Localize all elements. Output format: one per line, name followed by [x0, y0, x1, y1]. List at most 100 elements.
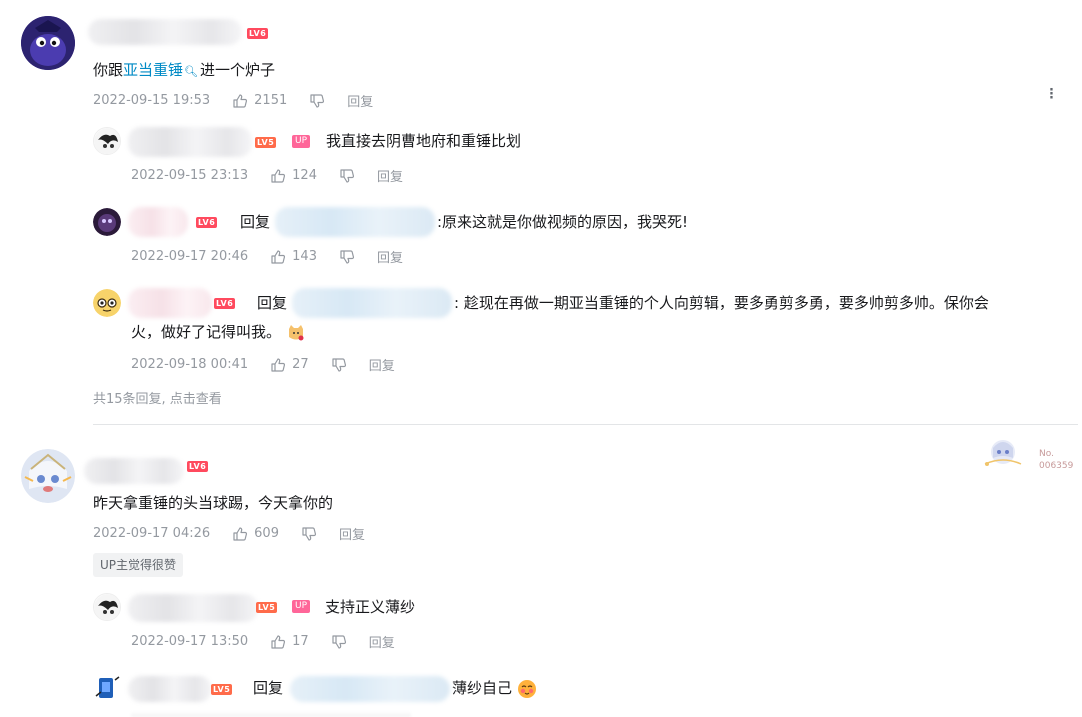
thumb-down-icon [302, 526, 317, 541]
more-vertical-icon[interactable]: · · · [1049, 84, 1054, 105]
cat-emoji-icon [286, 323, 306, 343]
avatar[interactable] [93, 208, 121, 236]
username[interactable] [88, 19, 242, 45]
like-button[interactable]: 2151 [232, 93, 287, 109]
like-count: 17 [292, 634, 309, 649]
reply-target-username[interactable] [292, 288, 452, 318]
reply-text: 我直接去阴曹地府和重锤比划 [326, 132, 522, 150]
reply-text-line2: 火，做好了记得叫我。 [131, 321, 306, 343]
avatar[interactable] [21, 449, 75, 503]
reply-prefix: 回复 [240, 213, 271, 231]
dislike-button[interactable] [339, 249, 355, 265]
like-count: 143 [292, 249, 317, 264]
timestamp: 2022-09-15 23:13 [131, 168, 249, 183]
reply-button[interactable]: 回复 [369, 632, 395, 651]
reply-button[interactable]: 回复 [339, 524, 365, 543]
username[interactable] [128, 127, 252, 157]
thumb-up-icon [233, 526, 248, 541]
thumb-up-icon [271, 249, 286, 264]
thumb-up-icon [271, 357, 286, 372]
cut-off-meta [131, 711, 411, 717]
comment-text-suffix: 进一个炉子 [200, 61, 276, 79]
reply-button[interactable]: 回复 [377, 247, 403, 266]
timestamp: 2022-09-15 19:53 [93, 93, 211, 108]
like-count: 27 [292, 357, 309, 372]
avatar[interactable] [93, 127, 121, 155]
reply-prefix: 回复 [257, 294, 288, 312]
blush-emoji-icon [517, 679, 537, 699]
reply-text-content: 薄纱自己 [452, 679, 513, 697]
reply-text-line2-content: 火，做好了记得叫我。 [131, 323, 282, 341]
like-count: 2151 [254, 93, 288, 108]
username[interactable] [84, 458, 184, 484]
level-badge: LV5 [211, 684, 233, 695]
reply-button[interactable]: 回复 [377, 166, 403, 185]
username[interactable] [128, 207, 188, 237]
timestamp: 2022-09-17 04:26 [93, 526, 211, 541]
reply-prefix: 回复 [253, 679, 284, 697]
comment-meta: 2022-09-15 19:53 2151 回复 [93, 91, 373, 110]
like-count: 609 [254, 526, 279, 541]
up-badge: UP [292, 600, 311, 613]
reply-meta: 2022-09-17 13:50 17 回复 [131, 632, 395, 651]
fan-card[interactable] [979, 434, 1027, 474]
reply-button[interactable]: 回复 [347, 91, 373, 110]
reply-text: 支持正义薄纱 [325, 598, 416, 616]
thumb-down-icon [310, 93, 325, 108]
like-button[interactable]: 124 [270, 168, 317, 184]
reply-target-username[interactable] [275, 207, 435, 237]
level-badge: LV6 [187, 461, 209, 472]
reply-text: 薄纱自己 [452, 677, 537, 699]
like-button[interactable]: 27 [270, 357, 309, 373]
dislike-button[interactable] [331, 634, 347, 650]
reply-button[interactable]: 回复 [369, 355, 395, 374]
avatar[interactable] [21, 16, 75, 70]
username[interactable] [128, 594, 258, 622]
dislike-button[interactable] [339, 168, 355, 184]
level-badge: LV5 [255, 137, 277, 148]
thumb-up-icon [233, 93, 248, 108]
dislike-button[interactable] [331, 357, 347, 373]
reply-target-username[interactable] [290, 676, 450, 702]
avatar[interactable] [93, 593, 121, 621]
view-more-replies[interactable]: 共15条回复, 点击查看 [93, 388, 222, 407]
like-button[interactable]: 143 [270, 249, 317, 265]
comment-text: 昨天拿重锤的头当球踢，今天拿你的 [93, 494, 334, 512]
avatar[interactable] [93, 674, 121, 702]
timestamp: 2022-09-17 13:50 [131, 634, 249, 649]
fan-number-label: No. [1039, 449, 1054, 459]
comment-text-prefix: 你跟 [93, 61, 124, 79]
up-badge: UP [292, 135, 311, 148]
timestamp: 2022-09-18 00:41 [131, 357, 249, 372]
thumb-down-icon [332, 357, 346, 372]
reply-meta: 2022-09-17 20:46 143 回复 [131, 247, 403, 266]
search-icon[interactable]: 🔍︎ [184, 65, 198, 78]
reply-meta: 2022-09-18 00:41 27 回复 [131, 355, 395, 374]
fan-number: 006359 [1039, 461, 1074, 471]
like-button[interactable]: 609 [232, 526, 279, 542]
thumb-up-icon [271, 168, 286, 183]
up-liked-badge: UP主觉得很赞 [93, 553, 184, 577]
reply-text-line1: : 趁现在再做一期亚当重锤的个人向剪辑，要多勇剪多勇，要多帅剪多帅。保你会 [454, 294, 989, 312]
reply-text: :原来这就是你做视频的原因，我哭死! [437, 213, 689, 231]
avatar[interactable] [93, 289, 121, 317]
like-button[interactable]: 17 [270, 634, 309, 650]
thumb-down-icon [332, 634, 346, 649]
username[interactable] [128, 288, 212, 318]
thumb-down-icon [340, 249, 355, 264]
comment-divider [93, 424, 1078, 425]
reply-meta: 2022-09-15 23:13 124 回复 [131, 166, 403, 185]
dislike-button[interactable] [301, 526, 317, 542]
level-badge: LV5 [256, 602, 278, 613]
dislike-button[interactable] [309, 93, 325, 109]
comment-text: 你跟亚当重锤🔍︎ 进一个炉子 [93, 59, 275, 83]
like-count: 124 [292, 168, 317, 183]
level-badge: LV6 [214, 298, 236, 309]
thumb-down-icon [340, 168, 355, 183]
timestamp: 2022-09-17 20:46 [131, 249, 249, 264]
search-link[interactable]: 亚当重锤 [123, 61, 183, 79]
username[interactable] [128, 676, 212, 702]
level-badge: LV6 [196, 217, 218, 228]
thumb-up-icon [271, 634, 286, 649]
level-badge: LV6 [247, 28, 269, 39]
